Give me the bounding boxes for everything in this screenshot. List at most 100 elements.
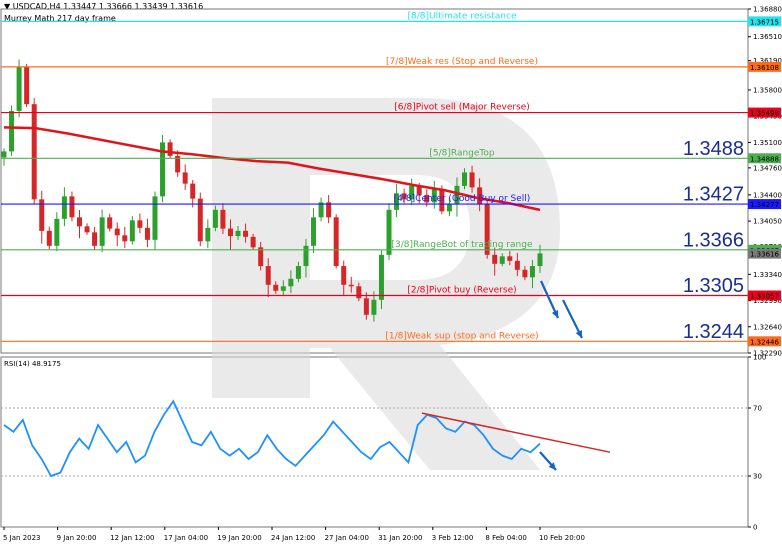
candle-body: [363, 298, 369, 315]
candle-body: [122, 235, 128, 242]
candle-body: [507, 256, 513, 261]
big-level-label: 1.3244: [683, 321, 744, 343]
candle-body: [333, 217, 339, 267]
candle-body: [348, 284, 354, 287]
time-tick-label: 24 Jan 12:00: [271, 534, 315, 542]
price-tick-label: 1.36880: [753, 6, 782, 14]
candle-body: [529, 266, 535, 278]
time-tick-label: 27 Jan 04:00: [325, 534, 369, 542]
candle-body: [446, 203, 452, 212]
watermark-logo: [212, 98, 560, 470]
candle-body: [1, 151, 7, 158]
murrey-level-label: [5/8]RangeTop: [429, 148, 495, 158]
murrey-level-label: [7/8]Weak res (Stop and Reverse): [386, 57, 538, 67]
candle-body: [107, 217, 113, 229]
time-tick-label: 8 Feb 04:00: [485, 534, 526, 542]
candle-body: [356, 286, 362, 299]
candle-body: [537, 253, 543, 267]
candle-body: [295, 266, 301, 279]
big-level-label: 1.3427: [683, 184, 744, 206]
candle-body: [235, 230, 241, 237]
murrey-level-label: [3/8]RangeBot of trading range: [391, 240, 533, 250]
time-tick-label: 31 Jan 20:00: [378, 534, 422, 542]
candle-body: [182, 172, 188, 184]
candle-body: [212, 209, 218, 228]
candle-body: [190, 183, 196, 199]
candle-body: [311, 217, 317, 246]
candle-body: [499, 256, 505, 264]
candle-body: [16, 67, 22, 111]
murrey-price-tag-text: 1.36715: [750, 18, 779, 26]
candle-body: [227, 228, 233, 237]
time-tick-label: 17 Jan 04:00: [164, 534, 208, 542]
price-tick-label: 1.35100: [753, 139, 782, 147]
murrey-level-label: [8/8]Ultimate resistance: [408, 11, 517, 21]
candle-body: [84, 226, 90, 233]
price-tick-label: 1.34400: [753, 191, 782, 199]
candle-body: [9, 110, 15, 152]
candle-body: [99, 217, 105, 246]
candle-body: [69, 196, 75, 218]
candle-body: [371, 299, 377, 315]
price-tick-label: 1.33340: [753, 271, 782, 279]
time-tick-label: 12 Jan 12:00: [110, 534, 154, 542]
candle-body: [46, 230, 52, 246]
murrey-price-tag-text: 1.34277: [750, 201, 779, 209]
price-tick-label: 1.34760: [753, 164, 782, 172]
candle-body: [378, 254, 384, 300]
candle-body: [280, 286, 286, 291]
candle-body: [243, 230, 249, 237]
price-tick-label: 1.36510: [753, 33, 782, 41]
price-tick-label: 1.32640: [753, 323, 782, 331]
price-tick-label: 1.35800: [753, 86, 782, 94]
candle-body: [220, 209, 226, 229]
murrey-price-tag-text: 1.36108: [750, 64, 779, 72]
rsi-tick-label: 70: [753, 405, 762, 413]
murrey-level-label: [4/8]Center (Good Buy or Sell): [394, 194, 531, 204]
rsi-tick-label: 100: [753, 354, 766, 362]
candle-body: [54, 218, 60, 246]
candle-body: [341, 266, 347, 285]
big-level-label: 1.3488: [683, 138, 744, 160]
murrey-level-label: [6/8]Pivot sell (Major Reverse): [394, 103, 530, 113]
time-tick-label: 3 Feb 12:00: [432, 534, 473, 542]
candle-body: [273, 284, 279, 291]
candle-body: [265, 266, 271, 285]
candle-body: [144, 227, 150, 240]
time-tick-label: 9 Jan 20:00: [57, 534, 97, 542]
candle-body: [462, 172, 468, 186]
price-tick-label: 1.34050: [753, 218, 782, 226]
candle-body: [152, 196, 158, 240]
candle-body: [250, 236, 256, 248]
candle-body: [92, 232, 98, 246]
candle-body: [514, 260, 520, 270]
time-tick-label: 10 Feb 20:00: [539, 534, 585, 542]
candle-body: [522, 269, 528, 278]
murrey-level-label: [1/8]Weak sup (stop and Reverse): [385, 331, 538, 341]
candle-body: [167, 142, 173, 156]
chart-canvas: 1.368801.365101.361901.358001.354501.351…: [0, 6, 782, 542]
time-tick-label: 19 Jan 20:00: [217, 534, 261, 542]
murrey-price-tag-text: 1.35498: [750, 110, 779, 118]
candle-body: [24, 67, 30, 105]
candle-body: [303, 245, 309, 267]
candle-body: [137, 220, 143, 228]
candle-body: [197, 198, 203, 242]
rsi-tick-label: 30: [753, 473, 762, 481]
big-level-label: 1.3305: [683, 275, 744, 297]
candle-body: [492, 254, 498, 264]
candle-body: [31, 104, 37, 200]
murrey-price-tag-text: 1.33057: [750, 293, 779, 301]
rsi-tick-label: 0: [753, 524, 757, 532]
candle-body: [205, 227, 211, 242]
murrey-price-tag-text: 1.32446: [750, 338, 779, 346]
candle-body: [61, 196, 67, 219]
candle-body: [114, 228, 120, 236]
candle-body: [76, 217, 82, 227]
candle-body: [469, 172, 475, 188]
murrey-level-label: [2/8]Pivot buy (Reverse): [407, 286, 516, 296]
rsi-title: RSI(14) 48.9175: [4, 360, 61, 368]
candle-body: [288, 278, 294, 287]
current-price-tag-text: 1.33616: [750, 251, 779, 259]
murrey-price-tag-text: 1.34888: [750, 155, 779, 163]
